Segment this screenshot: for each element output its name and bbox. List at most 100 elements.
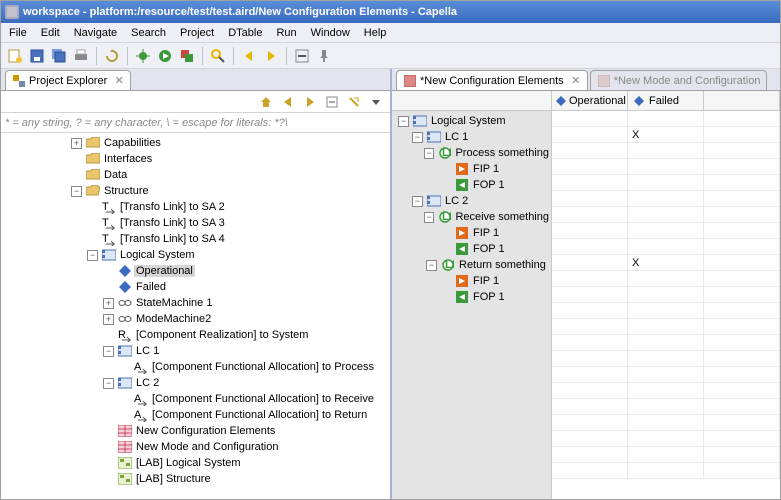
save-all-button[interactable]	[49, 46, 69, 66]
refresh-button[interactable]	[102, 46, 122, 66]
table-row[interactable]: −LFReturn something	[392, 257, 551, 273]
table-cell[interactable]	[552, 367, 628, 383]
debug-dropdown-button[interactable]	[133, 46, 153, 66]
table-cell[interactable]	[628, 223, 704, 239]
table-cell[interactable]	[552, 271, 628, 287]
table-cell[interactable]	[552, 415, 628, 431]
save-button[interactable]	[27, 46, 47, 66]
table-row[interactable]: −LC 1	[392, 129, 551, 145]
table-cell[interactable]	[552, 159, 628, 175]
table-row[interactable]: FIP 1	[392, 273, 551, 289]
table-cell[interactable]	[552, 143, 628, 159]
expand-toggle[interactable]: −	[71, 186, 82, 197]
tree-item[interactable]: [LAB] Structure	[21, 471, 390, 487]
table-cell[interactable]: X	[628, 255, 704, 271]
table-cell[interactable]	[552, 447, 628, 463]
table-row[interactable]: FOP 1	[392, 177, 551, 193]
tree-item[interactable]: −Structure	[21, 183, 390, 199]
project-tree[interactable]: +CapabilitiesInterfacesData−StructureT[T…	[1, 133, 390, 499]
run-dropdown-button[interactable]	[155, 46, 175, 66]
table-cell[interactable]	[552, 319, 628, 335]
table-row[interactable]: −LFProcess something	[392, 145, 551, 161]
table-cell[interactable]	[628, 319, 704, 335]
tree-item[interactable]: +Capabilities	[21, 135, 390, 151]
tree-item[interactable]: −Logical System	[21, 247, 390, 263]
table-cell[interactable]	[628, 287, 704, 303]
column-header-failed[interactable]: Failed	[628, 91, 704, 110]
print-button[interactable]	[71, 46, 91, 66]
tree-item[interactable]: A[Component Functional Allocation] to Pr…	[21, 359, 390, 375]
table-cell[interactable]	[552, 303, 628, 319]
menu-file[interactable]: File	[3, 25, 33, 41]
tree-item[interactable]: Failed	[21, 279, 390, 295]
table-cell[interactable]	[552, 399, 628, 415]
expand-toggle[interactable]: +	[71, 138, 82, 149]
tree-item[interactable]: New Configuration Elements	[21, 423, 390, 439]
tab-project-explorer[interactable]: Project Explorer ✕	[5, 70, 131, 90]
table-cell[interactable]	[628, 463, 704, 479]
column-header-operational[interactable]: Operational	[552, 91, 628, 110]
table-cell[interactable]	[628, 191, 704, 207]
tree-item[interactable]: T[Transfo Link] to SA 2	[21, 199, 390, 215]
table-cell[interactable]	[552, 175, 628, 191]
table-cell[interactable]	[552, 383, 628, 399]
tree-item[interactable]: T[Transfo Link] to SA 4	[21, 231, 390, 247]
table-cell[interactable]	[628, 303, 704, 319]
expand-toggle[interactable]: +	[103, 314, 114, 325]
table-cell[interactable]	[552, 431, 628, 447]
table-cell[interactable]	[628, 399, 704, 415]
tree-item[interactable]: New Mode and Configuration	[21, 439, 390, 455]
table-cell[interactable]	[552, 255, 628, 271]
collapse-button[interactable]	[292, 46, 312, 66]
tree-item[interactable]: R[Component Realization] to System	[21, 327, 390, 343]
filter-input[interactable]: * = any string, ? = any character, \ = e…	[5, 117, 288, 129]
link-editor-button[interactable]	[344, 92, 364, 112]
tree-item[interactable]: −LC 2	[21, 375, 390, 391]
menu-help[interactable]: Help	[358, 25, 393, 41]
home-button[interactable]	[256, 92, 276, 112]
tree-item[interactable]: +StateMachine 1	[21, 295, 390, 311]
table-cell[interactable]	[552, 239, 628, 255]
search-button[interactable]	[208, 46, 228, 66]
table-cell[interactable]	[628, 367, 704, 383]
pin-button[interactable]	[314, 46, 334, 66]
close-icon[interactable]: ✕	[114, 74, 124, 87]
back-button[interactable]	[239, 46, 259, 66]
tree-item[interactable]: Interfaces	[21, 151, 390, 167]
menu-window[interactable]: Window	[305, 25, 356, 41]
tree-item[interactable]: +ModeMachine2	[21, 311, 390, 327]
menu-edit[interactable]: Edit	[35, 25, 66, 41]
table-cell[interactable]	[552, 207, 628, 223]
tree-item[interactable]: A[Component Functional Allocation] to Re…	[21, 407, 390, 423]
tree-item[interactable]: T[Transfo Link] to SA 3	[21, 215, 390, 231]
table-row[interactable]: −LFReceive something	[392, 209, 551, 225]
table-cell[interactable]	[628, 431, 704, 447]
expand-toggle[interactable]: −	[412, 196, 423, 207]
menu-navigate[interactable]: Navigate	[68, 25, 123, 41]
table-cell[interactable]	[552, 223, 628, 239]
table-cell[interactable]	[552, 335, 628, 351]
table-cell[interactable]	[552, 111, 628, 127]
tree-item[interactable]: −LC 1	[21, 343, 390, 359]
menu-search[interactable]: Search	[125, 25, 172, 41]
ext-tools-dropdown-button[interactable]	[177, 46, 197, 66]
table-cell[interactable]	[628, 143, 704, 159]
table-cell[interactable]	[628, 159, 704, 175]
table-tree[interactable]: −Logical System−LC 1−LFProcess something…	[392, 111, 552, 499]
table-row[interactable]: FIP 1	[392, 225, 551, 241]
expand-toggle[interactable]: −	[103, 378, 114, 389]
menu-run[interactable]: Run	[270, 25, 302, 41]
view-menu-button[interactable]	[366, 92, 386, 112]
close-icon[interactable]: ✕	[571, 74, 581, 87]
expand-toggle[interactable]: −	[87, 250, 98, 261]
table-cell[interactable]	[628, 271, 704, 287]
table-cell[interactable]	[628, 239, 704, 255]
forward-nav-button[interactable]	[300, 92, 320, 112]
table-cell[interactable]	[628, 207, 704, 223]
table-cell[interactable]	[628, 383, 704, 399]
table-cell[interactable]	[628, 351, 704, 367]
tree-item[interactable]: Data	[21, 167, 390, 183]
table-row[interactable]: −LC 2	[392, 193, 551, 209]
menu-project[interactable]: Project	[174, 25, 220, 41]
table-cell[interactable]	[628, 111, 704, 127]
